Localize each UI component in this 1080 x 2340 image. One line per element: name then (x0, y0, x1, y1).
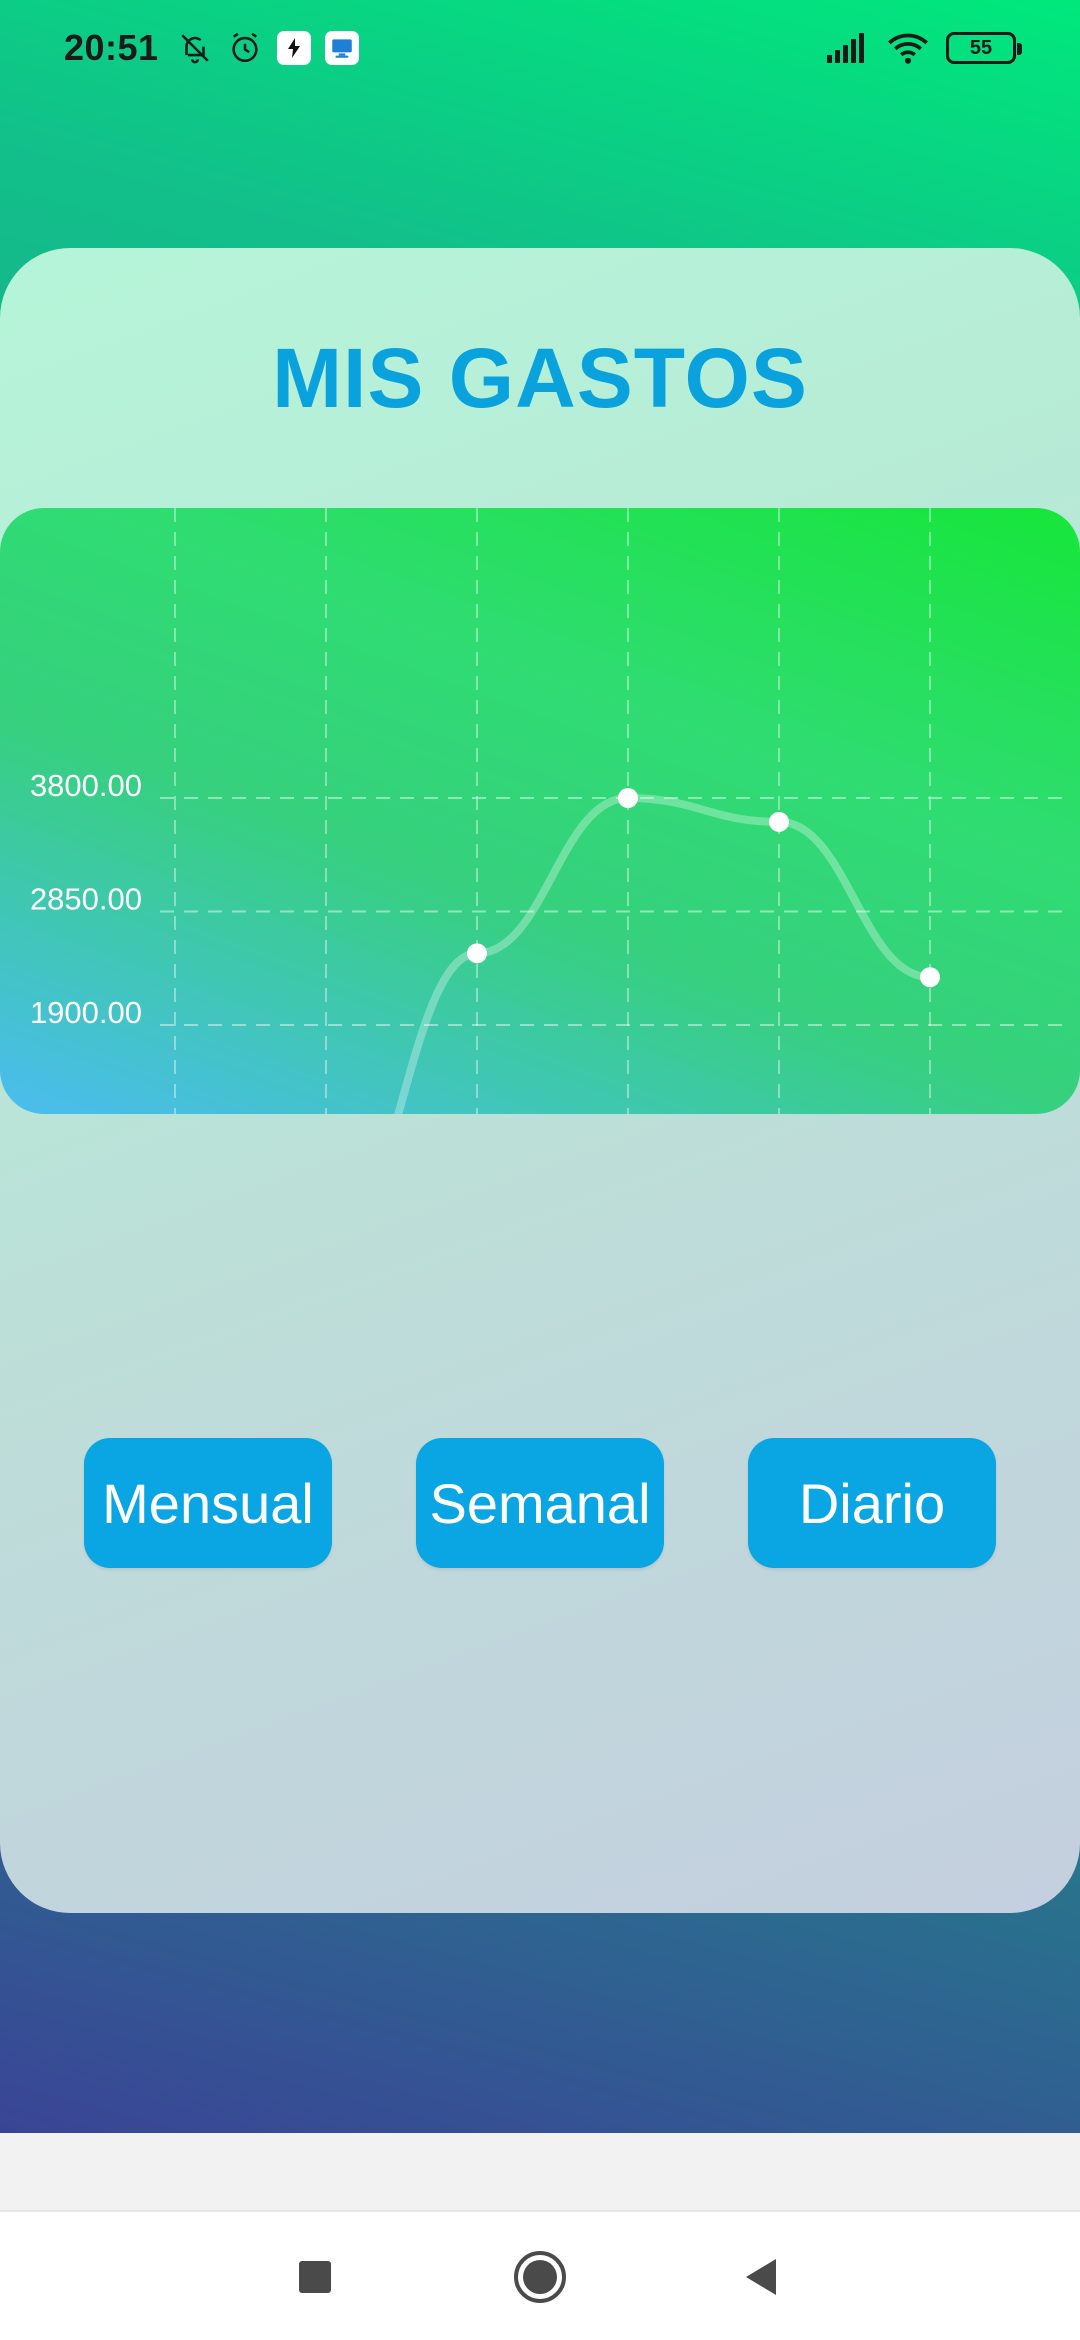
y-tick-label: 2850.00 (30, 882, 142, 917)
home-icon (514, 2251, 566, 2303)
status-time: 20:51 (64, 27, 159, 68)
battery-icon: 55 (946, 32, 1022, 64)
alarm-icon (227, 30, 263, 66)
home-button[interactable] (490, 2212, 590, 2340)
monthly-button[interactable]: Mensual (84, 1438, 332, 1568)
app-notification-icon-2 (324, 31, 359, 65)
chart-svg: 3800.002850.001900.00950.000.00AgoSepOct… (30, 508, 1070, 1115)
series-line (394, 793, 934, 1114)
bell-off-icon (177, 30, 213, 66)
back-icon (746, 2259, 776, 2295)
data-point (920, 967, 940, 988)
expenses-chart[interactable]: 3800.002850.001900.00950.000.00AgoSepOct… (0, 508, 1080, 1114)
app-notification-icon (276, 31, 311, 65)
data-point (618, 788, 638, 808)
recent-apps-icon (299, 2261, 331, 2293)
system-icons: 55 (826, 30, 1022, 66)
y-tick-label: 1900.00 (30, 995, 142, 1030)
status-bar: 20:51 55 (0, 0, 1080, 96)
data-point (769, 811, 789, 832)
battery-level: 55 (969, 36, 993, 59)
data-point (467, 943, 487, 964)
daily-button[interactable]: Diario (748, 1438, 996, 1568)
period-selector: Mensual Semanal Diario (0, 1438, 1080, 1568)
recent-apps-button[interactable] (265, 2212, 365, 2340)
y-tick-label: 3800.00 (30, 768, 142, 803)
page-title: MIS GASTOS (272, 331, 808, 425)
weekly-button[interactable]: Semanal (416, 1438, 664, 1568)
navigation-bar (0, 2210, 1080, 2340)
signal-icon (826, 30, 870, 66)
y-tick-label: 950.00 (47, 1109, 142, 1115)
notification-icons (177, 30, 359, 66)
wifi-icon (886, 30, 930, 66)
back-button[interactable] (712, 2212, 812, 2340)
